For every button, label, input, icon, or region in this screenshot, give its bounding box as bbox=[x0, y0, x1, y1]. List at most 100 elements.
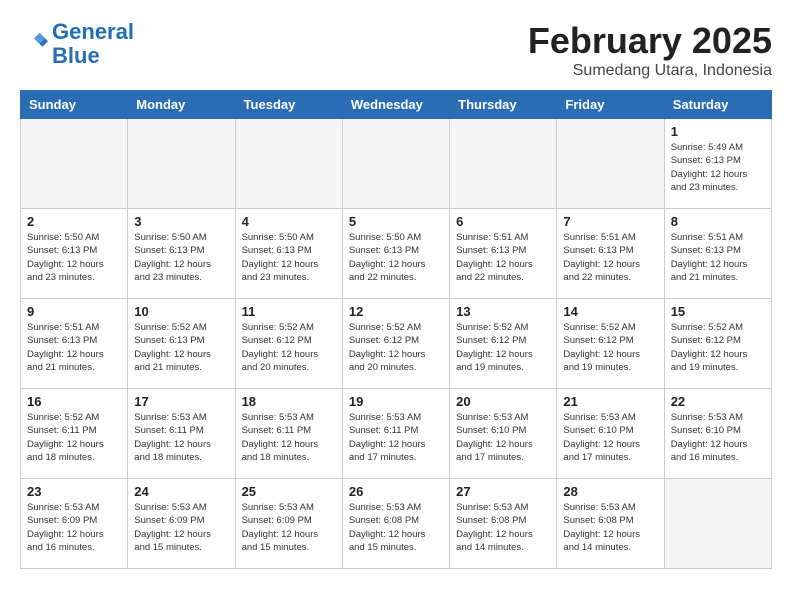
day-number: 26 bbox=[349, 484, 443, 499]
calendar-cell bbox=[450, 119, 557, 209]
day-info: Sunrise: 5:53 AM Sunset: 6:08 PM Dayligh… bbox=[456, 501, 550, 554]
day-info: Sunrise: 5:52 AM Sunset: 6:13 PM Dayligh… bbox=[134, 321, 228, 374]
day-info: Sunrise: 5:50 AM Sunset: 6:13 PM Dayligh… bbox=[242, 231, 336, 284]
day-number: 7 bbox=[563, 214, 657, 229]
day-number: 11 bbox=[242, 304, 336, 319]
day-number: 21 bbox=[563, 394, 657, 409]
day-number: 8 bbox=[671, 214, 765, 229]
day-number: 14 bbox=[563, 304, 657, 319]
day-of-week-header: Wednesday bbox=[342, 91, 449, 119]
calendar-week-row: 9 Sunrise: 5:51 AM Sunset: 6:13 PM Daylig… bbox=[21, 299, 772, 389]
day-info: Sunrise: 5:51 AM Sunset: 6:13 PM Dayligh… bbox=[27, 321, 121, 374]
calendar-cell: 6 Sunrise: 5:51 AM Sunset: 6:13 PM Daylig… bbox=[450, 209, 557, 299]
day-info: Sunrise: 5:53 AM Sunset: 6:08 PM Dayligh… bbox=[349, 501, 443, 554]
calendar-cell: 5 Sunrise: 5:50 AM Sunset: 6:13 PM Daylig… bbox=[342, 209, 449, 299]
day-info: Sunrise: 5:50 AM Sunset: 6:13 PM Dayligh… bbox=[349, 231, 443, 284]
logo-icon bbox=[20, 30, 48, 58]
calendar-cell: 11 Sunrise: 5:52 AM Sunset: 6:12 PM Dayli… bbox=[235, 299, 342, 389]
calendar-table: SundayMondayTuesdayWednesdayThursdayFrid… bbox=[20, 90, 772, 569]
day-number: 15 bbox=[671, 304, 765, 319]
day-number: 28 bbox=[563, 484, 657, 499]
calendar-cell: 28Sunrise: 5:53 AM Sunset: 6:08 PM Dayli… bbox=[557, 479, 664, 569]
day-number: 6 bbox=[456, 214, 550, 229]
day-info: Sunrise: 5:51 AM Sunset: 6:13 PM Dayligh… bbox=[563, 231, 657, 284]
day-number: 27 bbox=[456, 484, 550, 499]
day-number: 1 bbox=[671, 124, 765, 139]
day-number: 17 bbox=[134, 394, 228, 409]
day-number: 20 bbox=[456, 394, 550, 409]
day-of-week-header: Saturday bbox=[664, 91, 771, 119]
logo-blue: Blue bbox=[52, 43, 100, 68]
calendar-week-row: 23 Sunrise: 5:53 AM Sunset: 6:09 PM Dayli… bbox=[21, 479, 772, 569]
day-number: 9 bbox=[27, 304, 121, 319]
day-info: Sunrise: 5:50 AM Sunset: 6:13 PM Dayligh… bbox=[27, 231, 121, 284]
day-info: Sunrise: 5:53 AM Sunset: 6:10 PM Dayligh… bbox=[563, 411, 657, 464]
calendar-cell: 13 Sunrise: 5:52 AM Sunset: 6:12 PM Dayli… bbox=[450, 299, 557, 389]
day-info: Sunrise: 5:49 AM Sunset: 6:13 PM Dayligh… bbox=[671, 141, 765, 194]
calendar-cell: 21 Sunrise: 5:53 AM Sunset: 6:10 PM Dayli… bbox=[557, 389, 664, 479]
month-title: February 2025 bbox=[528, 20, 772, 62]
calendar-cell: 26 Sunrise: 5:53 AM Sunset: 6:08 PM Dayli… bbox=[342, 479, 449, 569]
calendar-cell bbox=[342, 119, 449, 209]
calendar-cell: 7 Sunrise: 5:51 AM Sunset: 6:13 PM Daylig… bbox=[557, 209, 664, 299]
day-info: Sunrise: 5:53 AM Sunset: 6:09 PM Dayligh… bbox=[242, 501, 336, 554]
day-info: Sunrise: 5:53 AM Sunset: 6:11 PM Dayligh… bbox=[134, 411, 228, 464]
calendar-cell bbox=[21, 119, 128, 209]
day-info: Sunrise: 5:50 AM Sunset: 6:13 PM Dayligh… bbox=[134, 231, 228, 284]
day-info: Sunrise: 5:52 AM Sunset: 6:12 PM Dayligh… bbox=[456, 321, 550, 374]
day-number: 23 bbox=[27, 484, 121, 499]
day-info: Sunrise: 5:52 AM Sunset: 6:12 PM Dayligh… bbox=[563, 321, 657, 374]
day-number: 2 bbox=[27, 214, 121, 229]
day-info: Sunrise: 5:53 AM Sunset: 6:11 PM Dayligh… bbox=[242, 411, 336, 464]
calendar-cell: 14 Sunrise: 5:52 AM Sunset: 6:12 PM Dayli… bbox=[557, 299, 664, 389]
calendar-cell: 18Sunrise: 5:53 AM Sunset: 6:11 PM Dayli… bbox=[235, 389, 342, 479]
calendar-cell bbox=[664, 479, 771, 569]
calendar-cell bbox=[235, 119, 342, 209]
calendar-header-row: SundayMondayTuesdayWednesdayThursdayFrid… bbox=[21, 91, 772, 119]
calendar-cell: 3 Sunrise: 5:50 AM Sunset: 6:13 PM Daylig… bbox=[128, 209, 235, 299]
calendar-cell: 16 Sunrise: 5:52 AM Sunset: 6:11 PM Dayli… bbox=[21, 389, 128, 479]
calendar-week-row: 16 Sunrise: 5:52 AM Sunset: 6:11 PM Dayli… bbox=[21, 389, 772, 479]
calendar-week-row: 1 Sunrise: 5:49 AM Sunset: 6:13 PM Daylig… bbox=[21, 119, 772, 209]
day-of-week-header: Sunday bbox=[21, 91, 128, 119]
calendar-cell: 10Sunrise: 5:52 AM Sunset: 6:13 PM Dayli… bbox=[128, 299, 235, 389]
calendar-cell bbox=[128, 119, 235, 209]
calendar-week-row: 2 Sunrise: 5:50 AM Sunset: 6:13 PM Daylig… bbox=[21, 209, 772, 299]
calendar-cell: 8 Sunrise: 5:51 AM Sunset: 6:13 PM Daylig… bbox=[664, 209, 771, 299]
day-info: Sunrise: 5:52 AM Sunset: 6:12 PM Dayligh… bbox=[671, 321, 765, 374]
day-number: 13 bbox=[456, 304, 550, 319]
location-subtitle: Sumedang Utara, Indonesia bbox=[528, 62, 772, 80]
title-block: February 2025 Sumedang Utara, Indonesia bbox=[528, 20, 772, 80]
logo: General Blue bbox=[20, 20, 134, 68]
day-info: Sunrise: 5:52 AM Sunset: 6:12 PM Dayligh… bbox=[242, 321, 336, 374]
day-info: Sunrise: 5:52 AM Sunset: 6:12 PM Dayligh… bbox=[349, 321, 443, 374]
day-info: Sunrise: 5:53 AM Sunset: 6:11 PM Dayligh… bbox=[349, 411, 443, 464]
calendar-cell: 19 Sunrise: 5:53 AM Sunset: 6:11 PM Dayli… bbox=[342, 389, 449, 479]
day-number: 19 bbox=[349, 394, 443, 409]
calendar-cell: 25 Sunrise: 5:53 AM Sunset: 6:09 PM Dayli… bbox=[235, 479, 342, 569]
day-info: Sunrise: 5:52 AM Sunset: 6:11 PM Dayligh… bbox=[27, 411, 121, 464]
day-of-week-header: Thursday bbox=[450, 91, 557, 119]
calendar-cell: 9 Sunrise: 5:51 AM Sunset: 6:13 PM Daylig… bbox=[21, 299, 128, 389]
day-number: 4 bbox=[242, 214, 336, 229]
day-number: 3 bbox=[134, 214, 228, 229]
day-number: 5 bbox=[349, 214, 443, 229]
day-of-week-header: Friday bbox=[557, 91, 664, 119]
calendar-cell: 24 Sunrise: 5:53 AM Sunset: 6:09 PM Dayli… bbox=[128, 479, 235, 569]
calendar-cell: 20Sunrise: 5:53 AM Sunset: 6:10 PM Dayli… bbox=[450, 389, 557, 479]
calendar-cell: 17 Sunrise: 5:53 AM Sunset: 6:11 PM Dayli… bbox=[128, 389, 235, 479]
day-info: Sunrise: 5:53 AM Sunset: 6:10 PM Dayligh… bbox=[671, 411, 765, 464]
calendar-cell: 23Sunrise: 5:53 AM Sunset: 6:09 PM Dayli… bbox=[21, 479, 128, 569]
calendar-cell: 2 Sunrise: 5:50 AM Sunset: 6:13 PM Daylig… bbox=[21, 209, 128, 299]
calendar-cell: 15 Sunrise: 5:52 AM Sunset: 6:12 PM Dayli… bbox=[664, 299, 771, 389]
day-info: Sunrise: 5:51 AM Sunset: 6:13 PM Dayligh… bbox=[456, 231, 550, 284]
day-number: 25 bbox=[242, 484, 336, 499]
day-number: 24 bbox=[134, 484, 228, 499]
calendar-cell bbox=[557, 119, 664, 209]
day-number: 16 bbox=[27, 394, 121, 409]
day-of-week-header: Tuesday bbox=[235, 91, 342, 119]
calendar-cell: 27 Sunrise: 5:53 AM Sunset: 6:08 PM Dayli… bbox=[450, 479, 557, 569]
calendar-cell: 4 Sunrise: 5:50 AM Sunset: 6:13 PM Daylig… bbox=[235, 209, 342, 299]
day-info: Sunrise: 5:53 AM Sunset: 6:09 PM Dayligh… bbox=[134, 501, 228, 554]
day-info: Sunrise: 5:51 AM Sunset: 6:13 PM Dayligh… bbox=[671, 231, 765, 284]
